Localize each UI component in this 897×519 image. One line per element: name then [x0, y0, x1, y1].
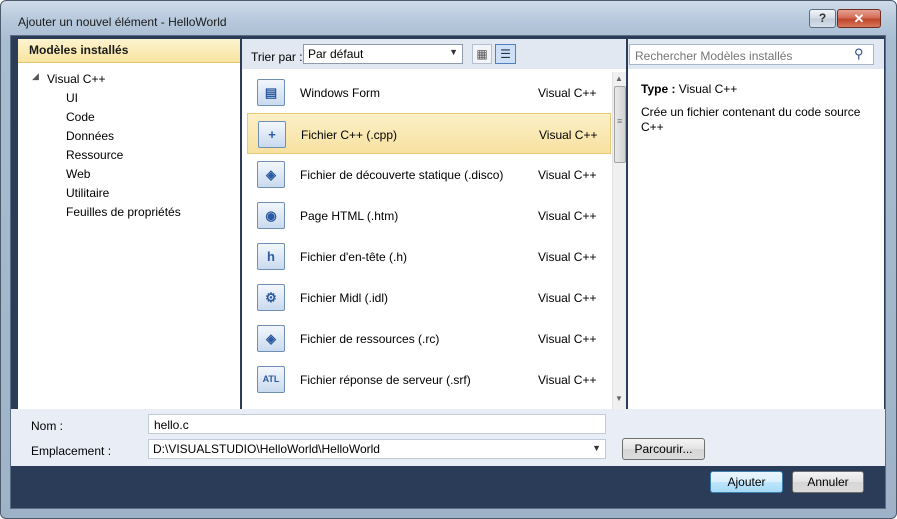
dialog-footer: Ajouter Annuler [11, 466, 885, 508]
item-name: Fichier de découverte statique (.disco) [300, 168, 504, 182]
sort-dropdown[interactable]: Par défaut ▼ [303, 44, 463, 64]
list-item[interactable]: ⚙ Fichier Midl (.idl) Visual C++ [247, 277, 611, 318]
list-item-selected[interactable]: + Fichier C++ (.cpp) Visual C++ [247, 113, 611, 154]
list-view-icon[interactable]: ▦ [472, 44, 492, 64]
list-item[interactable]: h Fichier d'en-tête (.h) Visual C++ [247, 236, 611, 277]
list-item[interactable]: ◈ Fichier de ressources (.rc) Visual C++ [247, 318, 611, 359]
disco-file-icon: ◈ [257, 161, 285, 188]
type-value: Visual C++ [678, 82, 738, 96]
expand-arrow-icon[interactable]: ◢ [32, 71, 39, 82]
sort-toolbar: Trier par : Par défaut ▼ ▦ ☰ [242, 39, 626, 69]
location-value: D:\VISUALSTUDIO\HelloWorld\HelloWorld [153, 442, 380, 456]
type-label: Type : [641, 82, 676, 96]
search-bar: ⚲ [628, 39, 884, 69]
sort-value: Par défaut [308, 47, 364, 61]
name-label: Nom : [31, 419, 64, 433]
cancel-button[interactable]: Annuler [792, 471, 864, 493]
tree-item-resource[interactable]: Ressource [66, 148, 123, 167]
description-panel: ⚲ Type : Visual C++ Crée un fichier cont… [628, 39, 884, 409]
tree-item-data[interactable]: Données [66, 129, 114, 148]
item-name: Fichier réponse de serveur (.srf) [300, 373, 471, 387]
sort-label: Trier par : [251, 50, 303, 64]
close-button[interactable]: ✕ [837, 9, 881, 28]
item-type: Visual C++ [538, 209, 597, 223]
installed-templates-header[interactable]: Modèles installés [18, 39, 240, 63]
scroll-thumb[interactable]: ≡ [614, 86, 626, 163]
grip-icon: ≡ [617, 116, 623, 126]
add-new-item-dialog: Ajouter un nouvel élément - HelloWorld ?… [0, 0, 897, 519]
name-field[interactable] [148, 414, 606, 434]
vertical-scrollbar[interactable]: ▲ ≡ ▼ [612, 72, 626, 409]
list-item[interactable]: ◈ Fichier de découverte statique (.disco… [247, 154, 611, 195]
item-name: Page HTML (.htm) [300, 209, 399, 223]
item-type: Visual C++ [538, 332, 597, 346]
description-text: Crée un fichier contenant du code source… [641, 105, 861, 134]
search-icon[interactable]: ⚲ [854, 46, 864, 62]
templates-list-panel: Trier par : Par défaut ▼ ▦ ☰ ▤ Windows F… [242, 39, 626, 409]
header-file-icon: h [257, 243, 285, 270]
scroll-up-icon[interactable]: ▲ [615, 74, 623, 83]
item-name: Fichier d'en-tête (.h) [300, 250, 407, 264]
tree-item-utility[interactable]: Utilitaire [66, 186, 109, 205]
midl-file-icon: ⚙ [257, 284, 285, 311]
add-button[interactable]: Ajouter [710, 471, 783, 493]
list-item[interactable]: ATL Fichier réponse de serveur (.srf) Vi… [247, 359, 611, 400]
chevron-down-icon: ▼ [449, 47, 458, 57]
srf-file-icon: ATL [257, 366, 285, 393]
html-page-icon: ◉ [257, 202, 285, 229]
item-name: Fichier Midl (.idl) [300, 291, 389, 305]
chevron-down-icon: ▼ [592, 443, 601, 453]
item-type: Visual C++ [538, 86, 597, 100]
location-dropdown[interactable]: D:\VISUALSTUDIO\HelloWorld\HelloWorld ▼ [148, 439, 606, 459]
tree-item-ui[interactable]: UI [66, 91, 78, 110]
item-name: Fichier C++ (.cpp) [301, 128, 398, 142]
list-item[interactable]: ▤ Windows Form Visual C++ [247, 72, 611, 113]
details-view-icon[interactable]: ☰ [495, 44, 516, 64]
title-bar: Ajouter un nouvel élément - HelloWorld ?… [1, 1, 896, 35]
item-type: Visual C++ [538, 373, 597, 387]
browse-button[interactable]: Parcourir... [622, 438, 705, 460]
windows-form-icon: ▤ [257, 79, 285, 106]
tree-item-property-sheets[interactable]: Feuilles de propriétés [66, 205, 181, 224]
template-list: ▤ Windows Form Visual C++ + Fichier C++ … [242, 72, 612, 409]
installed-templates-panel: Modèles installés ◢ Visual C++ UI Code D… [18, 39, 240, 409]
help-button[interactable]: ? [809, 9, 836, 28]
description-type: Type : Visual C++ [641, 82, 737, 96]
item-type: Visual C++ [539, 128, 598, 142]
tree-item-label: Visual C++ [47, 72, 106, 86]
item-type: Visual C++ [538, 291, 597, 305]
scroll-down-icon[interactable]: ▼ [615, 394, 623, 403]
item-name: Fichier de ressources (.rc) [300, 332, 440, 346]
search-input[interactable] [629, 44, 874, 65]
resource-file-icon: ◈ [257, 325, 285, 352]
tree-item-web[interactable]: Web [66, 167, 90, 186]
location-label: Emplacement : [31, 444, 112, 458]
tree-item-code[interactable]: Code [66, 110, 95, 129]
item-type: Visual C++ [538, 168, 597, 182]
dialog-client-area: Modèles installés ◢ Visual C++ UI Code D… [10, 35, 886, 509]
list-item[interactable]: ◉ Page HTML (.htm) Visual C++ [247, 195, 611, 236]
item-name: Windows Form [300, 86, 381, 100]
item-type: Visual C++ [538, 250, 597, 264]
cpp-file-icon: + [258, 121, 286, 148]
item-details-form: Nom : Emplacement : D:\VISUALSTUDIO\Hell… [11, 409, 885, 466]
window-title: Ajouter un nouvel élément - HelloWorld [18, 15, 227, 29]
